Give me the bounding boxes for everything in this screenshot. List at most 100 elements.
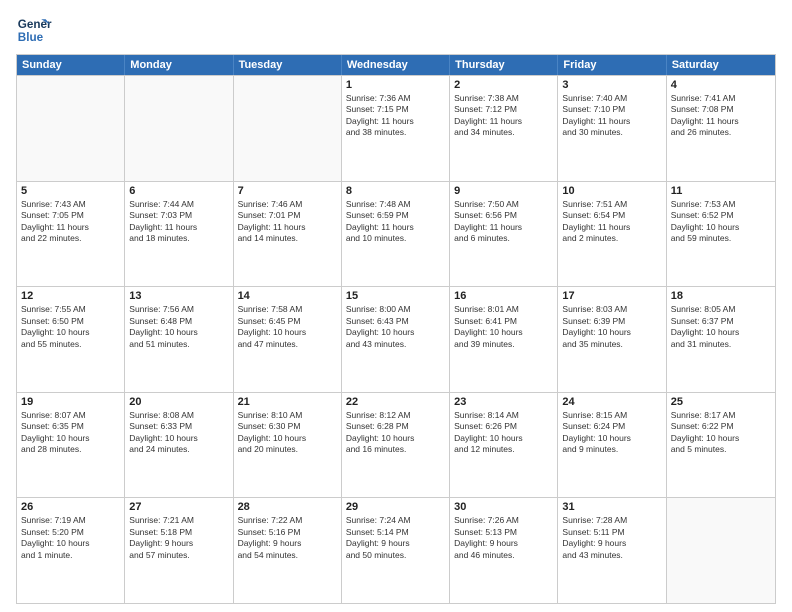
day-info: Sunrise: 8:03 AM Sunset: 6:39 PM Dayligh… <box>562 304 661 350</box>
calendar-cell: 2 Sunrise: 7:38 AM Sunset: 7:12 PM Daylig… <box>450 76 558 181</box>
calendar-cell: 3 Sunrise: 7:40 AM Sunset: 7:10 PM Daylig… <box>558 76 666 181</box>
calendar-cell <box>667 498 775 603</box>
calendar-cell: 8 Sunrise: 7:48 AM Sunset: 6:59 PM Daylig… <box>342 182 450 287</box>
day-number: 5 <box>21 185 120 197</box>
day-info: Sunrise: 7:55 AM Sunset: 6:50 PM Dayligh… <box>21 304 120 350</box>
calendar-cell: 14 Sunrise: 7:58 AM Sunset: 6:45 PM Dayli… <box>234 287 342 392</box>
day-number: 21 <box>238 396 337 408</box>
weekday-header: Friday <box>558 55 666 75</box>
day-info: Sunrise: 8:08 AM Sunset: 6:33 PM Dayligh… <box>129 410 228 456</box>
day-number: 31 <box>562 501 661 513</box>
day-info: Sunrise: 7:26 AM Sunset: 5:13 PM Dayligh… <box>454 515 553 561</box>
day-info: Sunrise: 8:14 AM Sunset: 6:26 PM Dayligh… <box>454 410 553 456</box>
logo: General Blue <box>16 12 52 48</box>
calendar-cell: 20 Sunrise: 8:08 AM Sunset: 6:33 PM Dayli… <box>125 393 233 498</box>
day-info: Sunrise: 8:15 AM Sunset: 6:24 PM Dayligh… <box>562 410 661 456</box>
calendar-cell: 10Sunrise: 7:51 AM Sunset: 6:54 PM Dayli… <box>558 182 666 287</box>
day-info: Sunrise: 7:24 AM Sunset: 5:14 PM Dayligh… <box>346 515 445 561</box>
day-info: Sunrise: 7:19 AM Sunset: 5:20 PM Dayligh… <box>21 515 120 561</box>
calendar-cell: 27 Sunrise: 7:21 AM Sunset: 5:18 PM Dayli… <box>125 498 233 603</box>
calendar-cell: 5 Sunrise: 7:43 AM Sunset: 7:05 PM Daylig… <box>17 182 125 287</box>
day-info: Sunrise: 7:41 AM Sunset: 7:08 PM Dayligh… <box>671 93 771 139</box>
weekday-header: Thursday <box>450 55 558 75</box>
weekday-header: Wednesday <box>342 55 450 75</box>
day-number: 28 <box>238 501 337 513</box>
day-info: Sunrise: 7:50 AM Sunset: 6:56 PM Dayligh… <box>454 199 553 245</box>
day-number: 20 <box>129 396 228 408</box>
day-info: Sunrise: 7:53 AM Sunset: 6:52 PM Dayligh… <box>671 199 771 245</box>
day-number: 22 <box>346 396 445 408</box>
day-number: 19 <box>21 396 120 408</box>
calendar-cell: 31 Sunrise: 7:28 AM Sunset: 5:11 PM Dayli… <box>558 498 666 603</box>
calendar-cell: 15Sunrise: 8:00 AM Sunset: 6:43 PM Dayli… <box>342 287 450 392</box>
day-number: 13 <box>129 290 228 302</box>
day-info: Sunrise: 8:05 AM Sunset: 6:37 PM Dayligh… <box>671 304 771 350</box>
calendar-cell: 6Sunrise: 7:44 AM Sunset: 7:03 PM Daylig… <box>125 182 233 287</box>
page: General Blue SundayMondayTuesdayWednesda… <box>0 0 792 612</box>
day-number: 15 <box>346 290 445 302</box>
day-number: 9 <box>454 185 553 197</box>
day-info: Sunrise: 7:21 AM Sunset: 5:18 PM Dayligh… <box>129 515 228 561</box>
day-info: Sunrise: 7:44 AM Sunset: 7:03 PM Dayligh… <box>129 199 228 245</box>
day-number: 8 <box>346 185 445 197</box>
day-number: 14 <box>238 290 337 302</box>
calendar-cell: 16 Sunrise: 8:01 AM Sunset: 6:41 PM Dayli… <box>450 287 558 392</box>
calendar-cell: 12Sunrise: 7:55 AM Sunset: 6:50 PM Dayli… <box>17 287 125 392</box>
day-info: Sunrise: 7:22 AM Sunset: 5:16 PM Dayligh… <box>238 515 337 561</box>
day-number: 2 <box>454 79 553 91</box>
day-number: 30 <box>454 501 553 513</box>
weekday-header: Monday <box>125 55 233 75</box>
calendar-row: 1Sunrise: 7:36 AM Sunset: 7:15 PM Daylig… <box>17 75 775 181</box>
calendar-cell: 19 Sunrise: 8:07 AM Sunset: 6:35 PM Dayli… <box>17 393 125 498</box>
calendar-row: 26 Sunrise: 7:19 AM Sunset: 5:20 PM Dayli… <box>17 497 775 603</box>
day-info: Sunrise: 7:43 AM Sunset: 7:05 PM Dayligh… <box>21 199 120 245</box>
day-number: 7 <box>238 185 337 197</box>
calendar-header: SundayMondayTuesdayWednesdayThursdayFrid… <box>17 55 775 75</box>
day-info: Sunrise: 7:38 AM Sunset: 7:12 PM Dayligh… <box>454 93 553 139</box>
calendar-cell <box>234 76 342 181</box>
calendar-cell: 11 Sunrise: 7:53 AM Sunset: 6:52 PM Dayli… <box>667 182 775 287</box>
calendar-row: 12Sunrise: 7:55 AM Sunset: 6:50 PM Dayli… <box>17 286 775 392</box>
calendar-row: 5 Sunrise: 7:43 AM Sunset: 7:05 PM Daylig… <box>17 181 775 287</box>
day-info: Sunrise: 7:46 AM Sunset: 7:01 PM Dayligh… <box>238 199 337 245</box>
calendar-cell: 28 Sunrise: 7:22 AM Sunset: 5:16 PM Dayli… <box>234 498 342 603</box>
svg-text:Blue: Blue <box>18 31 44 44</box>
calendar-cell: 21 Sunrise: 8:10 AM Sunset: 6:30 PM Dayli… <box>234 393 342 498</box>
day-info: Sunrise: 7:56 AM Sunset: 6:48 PM Dayligh… <box>129 304 228 350</box>
day-number: 23 <box>454 396 553 408</box>
day-number: 4 <box>671 79 771 91</box>
calendar-cell: 13 Sunrise: 7:56 AM Sunset: 6:48 PM Dayli… <box>125 287 233 392</box>
calendar-cell: 22 Sunrise: 8:12 AM Sunset: 6:28 PM Dayli… <box>342 393 450 498</box>
calendar-cell: 24 Sunrise: 8:15 AM Sunset: 6:24 PM Dayli… <box>558 393 666 498</box>
day-number: 25 <box>671 396 771 408</box>
day-info: Sunrise: 7:58 AM Sunset: 6:45 PM Dayligh… <box>238 304 337 350</box>
calendar-cell: 23 Sunrise: 8:14 AM Sunset: 6:26 PM Dayli… <box>450 393 558 498</box>
day-number: 1 <box>346 79 445 91</box>
calendar-cell: 17 Sunrise: 8:03 AM Sunset: 6:39 PM Dayli… <box>558 287 666 392</box>
day-number: 18 <box>671 290 771 302</box>
calendar-cell: 7 Sunrise: 7:46 AM Sunset: 7:01 PM Daylig… <box>234 182 342 287</box>
day-info: Sunrise: 7:48 AM Sunset: 6:59 PM Dayligh… <box>346 199 445 245</box>
day-number: 27 <box>129 501 228 513</box>
day-number: 26 <box>21 501 120 513</box>
day-info: Sunrise: 8:12 AM Sunset: 6:28 PM Dayligh… <box>346 410 445 456</box>
day-info: Sunrise: 7:40 AM Sunset: 7:10 PM Dayligh… <box>562 93 661 139</box>
day-info: Sunrise: 8:10 AM Sunset: 6:30 PM Dayligh… <box>238 410 337 456</box>
calendar-cell: 4 Sunrise: 7:41 AM Sunset: 7:08 PM Daylig… <box>667 76 775 181</box>
day-number: 11 <box>671 185 771 197</box>
calendar-cell: 29 Sunrise: 7:24 AM Sunset: 5:14 PM Dayli… <box>342 498 450 603</box>
calendar-body: 1Sunrise: 7:36 AM Sunset: 7:15 PM Daylig… <box>17 75 775 603</box>
day-number: 10 <box>562 185 661 197</box>
weekday-header: Tuesday <box>234 55 342 75</box>
calendar-row: 19 Sunrise: 8:07 AM Sunset: 6:35 PM Dayli… <box>17 392 775 498</box>
day-info: Sunrise: 8:07 AM Sunset: 6:35 PM Dayligh… <box>21 410 120 456</box>
day-number: 16 <box>454 290 553 302</box>
calendar-cell: 30 Sunrise: 7:26 AM Sunset: 5:13 PM Dayli… <box>450 498 558 603</box>
day-info: Sunrise: 7:28 AM Sunset: 5:11 PM Dayligh… <box>562 515 661 561</box>
day-number: 3 <box>562 79 661 91</box>
day-info: Sunrise: 8:01 AM Sunset: 6:41 PM Dayligh… <box>454 304 553 350</box>
day-number: 29 <box>346 501 445 513</box>
day-number: 24 <box>562 396 661 408</box>
day-number: 17 <box>562 290 661 302</box>
calendar-cell: 25Sunrise: 8:17 AM Sunset: 6:22 PM Dayli… <box>667 393 775 498</box>
